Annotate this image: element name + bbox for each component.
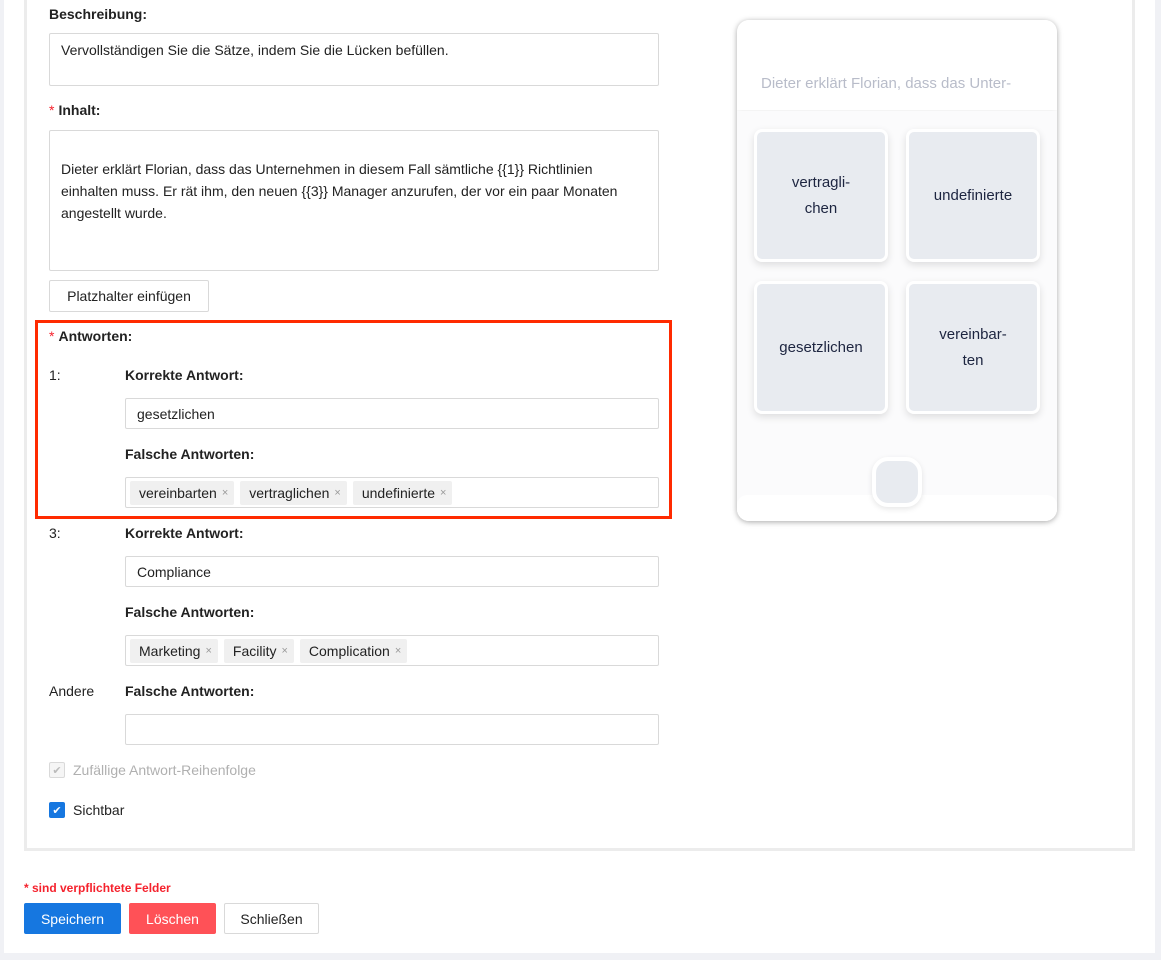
answer-tag: vertraglichen ×	[240, 481, 347, 505]
visible-label: Sichtbar	[73, 802, 125, 818]
wrong-answers-label: Falsche Antworten:	[125, 604, 255, 620]
other-label: Andere	[49, 683, 95, 699]
correct-answer-input[interactable]: gesetzlichen	[125, 398, 659, 429]
remove-icon[interactable]: ×	[440, 487, 446, 499]
delete-button[interactable]: Löschen	[129, 903, 216, 934]
content-textarea[interactable]: Dieter erklärt Florian, dass das Unterne…	[49, 130, 659, 271]
answer-tag: undefinierte ×	[352, 481, 453, 505]
correct-answer-label: Korrekte Antwort:	[125, 367, 244, 383]
preview-header: Dieter erklärt Florian, dass das Unter-	[737, 20, 1057, 110]
mobile-preview: Dieter erklärt Florian, dass das Unter- …	[737, 20, 1057, 521]
remove-icon[interactable]: ×	[281, 645, 287, 657]
other-wrong-answers-label: Falsche Antworten:	[125, 683, 255, 699]
wrong-answers-input[interactable]: vereinbarten × vertraglichen × undefinierte ×	[125, 477, 659, 508]
save-button[interactable]: Speichern	[24, 903, 121, 934]
check-icon: ✔	[49, 802, 65, 818]
remove-icon[interactable]: ×	[334, 487, 340, 499]
correct-answer-label: Korrekte Antwort:	[125, 525, 244, 541]
option-card[interactable]: gesetzlichen	[754, 281, 888, 414]
remove-icon[interactable]: ×	[222, 487, 228, 499]
close-button[interactable]: Schließen	[224, 903, 319, 934]
required-note: * sind verpflichtete Felder	[24, 881, 171, 895]
answer-tag: vereinbarten ×	[130, 481, 235, 505]
answer-index: 1:	[49, 367, 61, 383]
insert-placeholder-button[interactable]: Platzhalter einfügen	[49, 280, 209, 312]
visible-checkbox[interactable]: ✔ Sichtbar	[49, 802, 124, 818]
answer-tag: Complication ×	[299, 639, 408, 663]
answer-tag: Facility ×	[223, 639, 294, 663]
correct-answer-input[interactable]: Compliance	[125, 556, 659, 587]
wrong-answers-label: Falsche Antworten:	[125, 446, 255, 462]
random-order-label: Zufällige Antwort-Reihenfolge	[73, 762, 256, 778]
answer-index: 3:	[49, 525, 61, 541]
wrong-answers-input[interactable]: Marketing × Facility × Complication ×	[125, 635, 659, 666]
answers-label: * Antworten:	[49, 328, 133, 344]
description-label: Beschreibung:	[49, 6, 148, 22]
option-card[interactable]: vertragli- chen	[754, 129, 888, 262]
option-card[interactable]: vereinbar- ten	[906, 281, 1040, 414]
content-label: * Inhalt:	[49, 102, 101, 118]
home-button-icon[interactable]	[872, 457, 922, 507]
check-icon: ✔	[49, 762, 65, 778]
preview-sentence: Dieter erklärt Florian, dass das Unter-	[761, 75, 1012, 92]
remove-icon[interactable]: ×	[205, 645, 211, 657]
remove-icon[interactable]: ×	[395, 645, 401, 657]
option-card[interactable]: undefinierte	[906, 129, 1040, 262]
description-textarea[interactable]: Vervollständigen Sie die Sätze, indem Si…	[49, 33, 659, 86]
random-order-checkbox[interactable]: ✔ Zufällige Antwort-Reihenfolge	[49, 762, 256, 778]
answer-tag: Marketing ×	[130, 639, 218, 663]
other-wrong-answers-input[interactable]	[125, 714, 659, 745]
